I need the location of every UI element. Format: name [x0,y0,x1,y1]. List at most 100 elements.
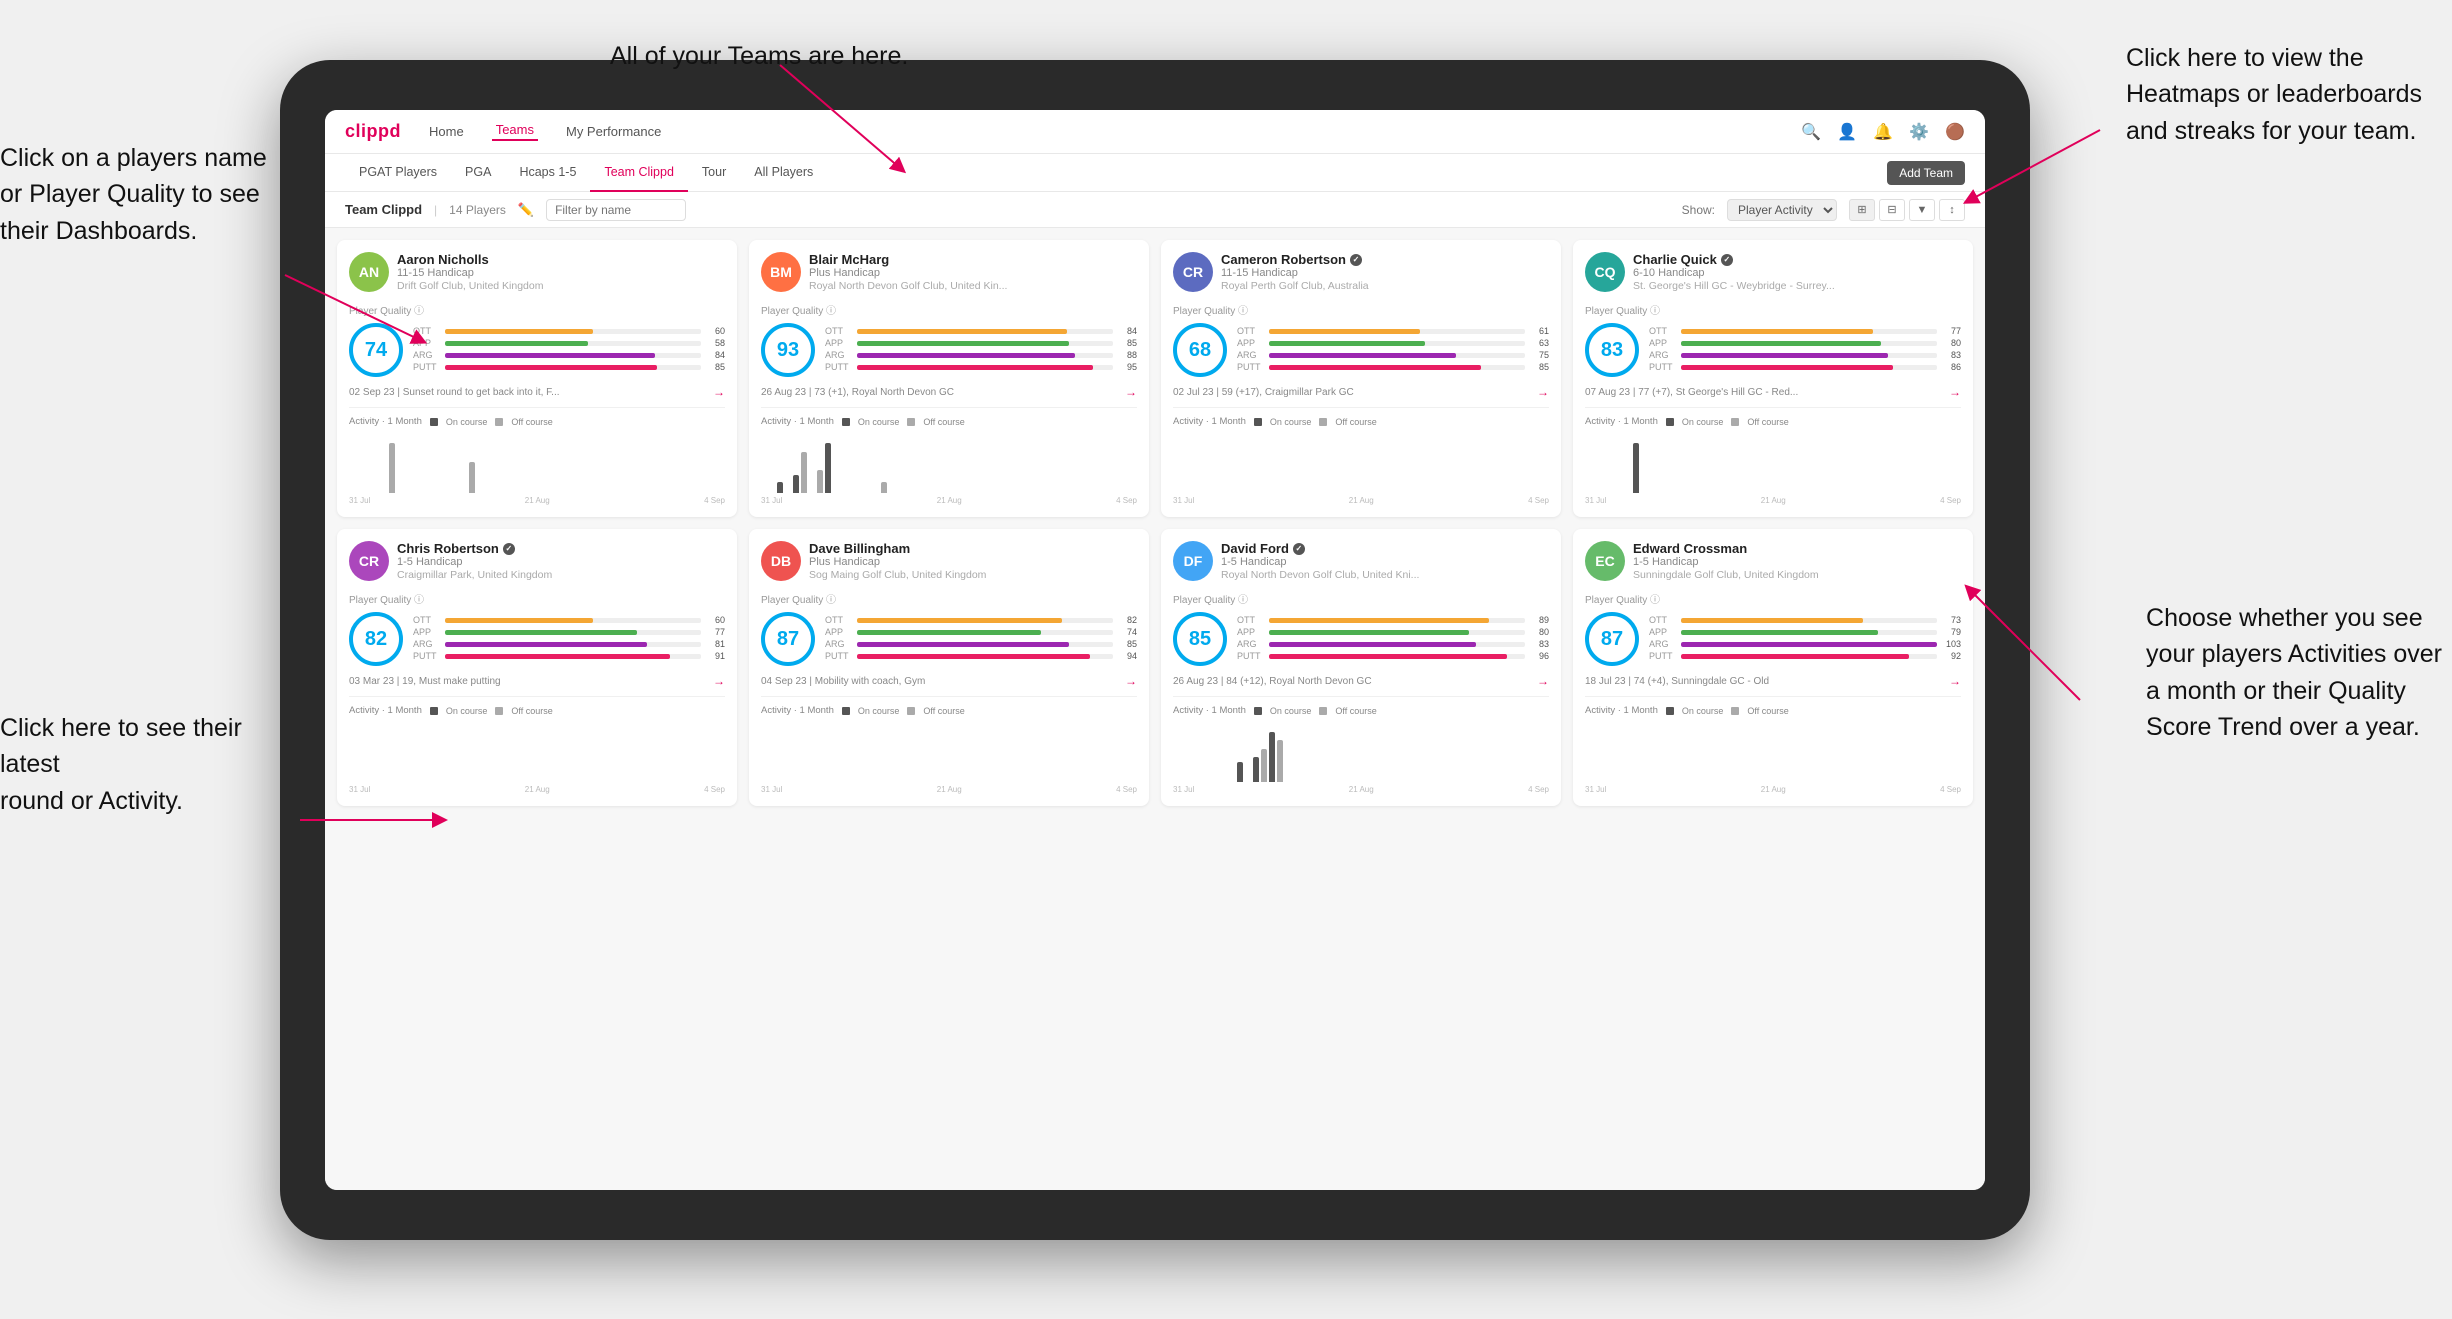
round-arrow-icon[interactable]: → [1537,674,1549,688]
round-arrow-icon[interactable]: → [1125,385,1137,399]
chart-area [349,433,725,493]
bell-icon[interactable]: 🔔 [1873,122,1893,142]
card-header: CR Chris Robertson ✓ 1-5 Handicap Craigm… [349,541,725,581]
round-arrow-icon[interactable]: → [713,385,725,399]
stat-row: APP 77 [413,627,725,637]
latest-round[interactable]: 02 Jul 23 | 59 (+17), Craigmillar Park G… [1173,385,1549,399]
latest-round[interactable]: 26 Aug 23 | 73 (+1), Royal North Devon G… [761,385,1137,399]
score-circle[interactable]: 87 [1585,612,1639,666]
quality-section[interactable]: 82 OTT 60 APP 77 ARG 81 PUTT [349,612,725,666]
latest-round[interactable]: 07 Aug 23 | 77 (+7), St George's Hill GC… [1585,385,1961,399]
score-circle[interactable]: 83 [1585,323,1639,377]
show-dropdown[interactable]: Player Activity [1727,199,1837,221]
round-arrow-icon[interactable]: → [713,674,725,688]
activity-label: Activity · 1 Month [1173,416,1246,427]
stat-row: ARG 103 [1649,639,1961,649]
latest-round[interactable]: 18 Jul 23 | 74 (+4), Sunningdale GC - Ol… [1585,674,1961,688]
round-text: 26 Aug 23 | 84 (+12), Royal North Devon … [1173,676,1372,687]
quality-section[interactable]: 87 OTT 82 APP 74 ARG 85 PUTT [761,612,1137,666]
player-club: Craigmillar Park, United Kingdom [397,569,725,581]
player-card: BM Blair McHarg Plus Handicap Royal Nort… [749,240,1149,517]
stat-bar-bg [1269,329,1525,334]
round-arrow-icon[interactable]: → [1125,674,1137,688]
tab-pga[interactable]: PGA [451,154,505,192]
activity-section: Activity · 1 Month On course Off course … [349,407,725,505]
tab-pgat[interactable]: PGAT Players [345,154,451,192]
tab-tour[interactable]: Tour [688,154,740,192]
player-card: CQ Charlie Quick ✓ 6-10 Handicap St. Geo… [1573,240,1973,517]
search-icon[interactable]: 🔍 [1801,122,1821,142]
latest-round[interactable]: 03 Mar 23 | 19, Must make putting → [349,674,725,688]
latest-round[interactable]: 02 Sep 23 | Sunset round to get back int… [349,385,725,399]
score-circle[interactable]: 68 [1173,323,1227,377]
quality-label: Player Quality ⓘ [1585,591,1961,606]
verified-badge: ✓ [1293,543,1305,555]
player-name[interactable]: Chris Robertson ✓ [397,541,725,556]
stat-bar-bg [445,630,701,635]
avatar-icon[interactable]: 🟤 [1945,122,1965,142]
user-icon[interactable]: 👤 [1837,122,1857,142]
stat-row: PUTT 94 [825,651,1137,661]
latest-round[interactable]: 26 Aug 23 | 84 (+12), Royal North Devon … [1173,674,1549,688]
tablet-frame: clippd Home Teams My Performance 🔍 👤 🔔 ⚙… [280,60,2030,1240]
on-course-dot [430,707,438,715]
avatar: CR [349,541,389,581]
quality-section[interactable]: 68 OTT 61 APP 63 ARG 75 PUTT [1173,323,1549,377]
round-arrow-icon[interactable]: → [1537,385,1549,399]
player-name[interactable]: David Ford ✓ [1221,541,1549,556]
score-circle[interactable]: 74 [349,323,403,377]
on-course-dot [1666,707,1674,715]
stat-bar-bg [445,341,701,346]
quality-section[interactable]: 87 OTT 73 APP 79 ARG 103 PUTT [1585,612,1961,666]
round-arrow-icon[interactable]: → [1949,385,1961,399]
edit-icon[interactable]: ✏️ [518,202,534,218]
player-name[interactable]: Dave Billingham [809,541,1137,556]
off-course-dot [1731,707,1739,715]
quality-section[interactable]: 85 OTT 89 APP 80 ARG 83 PUTT [1173,612,1549,666]
stat-row: ARG 83 [1237,639,1549,649]
stat-bar-bg [1681,642,1937,647]
stat-bar-bg [445,642,701,647]
grid3-view-button[interactable]: ⊟ [1879,199,1905,221]
score-circle[interactable]: 82 [349,612,403,666]
stat-label: ARG [413,639,441,649]
player-name[interactable]: Blair McHarg [809,252,1137,267]
filter-input[interactable] [546,199,686,221]
tab-all-players[interactable]: All Players [740,154,827,192]
player-name[interactable]: Charlie Quick ✓ [1633,252,1961,267]
quality-section[interactable]: 74 OTT 60 APP 58 ARG 84 PUTT [349,323,725,377]
filter-button[interactable]: ▼ [1909,199,1935,221]
stat-label: OTT [413,326,441,336]
nav-home[interactable]: Home [425,124,468,139]
score-circle[interactable]: 87 [761,612,815,666]
stat-row: ARG 84 [413,350,725,360]
latest-round[interactable]: 04 Sep 23 | Mobility with coach, Gym → [761,674,1137,688]
nav-myperformance[interactable]: My Performance [562,124,665,139]
avatar: DF [1173,541,1213,581]
grid4-view-button[interactable]: ⊞ [1849,199,1875,221]
nav-teams[interactable]: Teams [492,122,538,141]
player-handicap: 6-10 Handicap [1633,267,1961,279]
off-course-dot [495,418,503,426]
quality-section[interactable]: 93 OTT 84 APP 85 ARG 88 PUTT [761,323,1137,377]
score-circle[interactable]: 93 [761,323,815,377]
player-name[interactable]: Edward Crossman [1633,541,1961,556]
add-team-button[interactable]: Add Team [1887,161,1965,185]
player-name[interactable]: Cameron Robertson ✓ [1221,252,1549,267]
tab-team-clippd[interactable]: Team Clippd [590,154,687,192]
stat-row: PUTT 86 [1649,362,1961,372]
stat-bar-bg [857,642,1113,647]
tab-hcaps[interactable]: Hcaps 1-5 [505,154,590,192]
chart-bar [777,482,783,493]
stat-row: OTT 84 [825,326,1137,336]
stat-bar-fill [1269,642,1476,647]
round-arrow-icon[interactable]: → [1949,674,1961,688]
settings-icon[interactable]: ⚙️ [1909,122,1929,142]
stats-bars: OTT 77 APP 80 ARG 83 PUTT 8 [1649,326,1961,374]
score-circle[interactable]: 85 [1173,612,1227,666]
sort-button[interactable]: ↕ [1939,199,1965,221]
player-card: AN Aaron Nicholls 11-15 Handicap Drift G… [337,240,737,517]
quality-section[interactable]: 83 OTT 77 APP 80 ARG 83 PUTT [1585,323,1961,377]
player-name[interactable]: Aaron Nicholls [397,252,725,267]
chart-label: 31 Jul [349,496,370,505]
